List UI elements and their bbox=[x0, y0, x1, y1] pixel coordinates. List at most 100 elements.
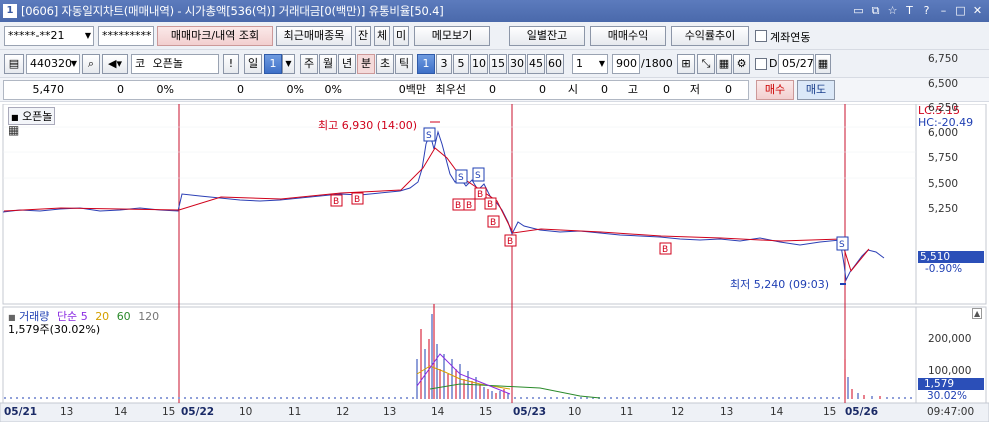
layout-icon[interactable]: ▭ bbox=[851, 3, 866, 18]
price-tick-label: 6,500 bbox=[928, 78, 959, 90]
crosshair-icon[interactable]: ⤡ bbox=[697, 54, 715, 74]
interval-60-button[interactable]: 60 bbox=[546, 54, 564, 74]
stock-code-input[interactable]: 440320 ▼ bbox=[26, 54, 80, 74]
chevron-down-icon[interactable]: ▼ bbox=[282, 54, 295, 74]
recent-trades-button[interactable]: 최근매매종목 bbox=[276, 26, 352, 46]
star-icon[interactable]: ☆ bbox=[885, 3, 900, 18]
daily-balance-button[interactable]: 일별잔고 bbox=[509, 26, 585, 46]
account-value: *****-**21 bbox=[8, 29, 65, 42]
filled-button[interactable]: 체 bbox=[374, 26, 390, 46]
price-tick-label: 6,250 bbox=[928, 102, 959, 114]
period-tick-button[interactable]: 틱 bbox=[395, 54, 413, 74]
chevron-down-icon: ▼ bbox=[70, 59, 77, 68]
account-link-checkbox[interactable] bbox=[755, 30, 767, 42]
chart-canvas[interactable]: B BB BBBBBBSS SS bbox=[0, 52, 989, 423]
sell-button[interactable]: 매도 bbox=[797, 80, 835, 100]
time-label: 12 bbox=[671, 406, 685, 418]
time-label: 14 bbox=[431, 406, 445, 418]
window-number: 1 bbox=[3, 4, 17, 18]
period-value[interactable]: 1 bbox=[264, 54, 282, 74]
buy-button[interactable]: 매수 bbox=[756, 80, 794, 100]
time-label: 15 bbox=[479, 406, 493, 418]
buy-marker-label: B bbox=[455, 201, 461, 211]
chart-area[interactable]: BBBBBBBBBSSSS ■ 오픈놀 ▦ LC:5.15 HC:-20.49 … bbox=[0, 52, 989, 423]
period-week-button[interactable]: 주 bbox=[300, 54, 318, 74]
link-icon[interactable]: ⧉ bbox=[868, 3, 883, 18]
d-label: D bbox=[769, 57, 778, 70]
account-link-label: 계좌연동 bbox=[770, 31, 811, 44]
interval-5-button[interactable]: 5 bbox=[453, 54, 469, 74]
volume-value-label: 1,579주(30.02%) bbox=[8, 323, 101, 336]
high-label: 고 bbox=[627, 83, 638, 96]
ma60-label: 60 bbox=[116, 310, 131, 323]
table-icon[interactable]: ▦ bbox=[8, 123, 19, 137]
clock-label: 09:47:00 bbox=[927, 406, 975, 418]
yield-trend-button[interactable]: 수익률추이 bbox=[671, 26, 749, 46]
speaker-icon[interactable]: ◀▾ bbox=[102, 54, 128, 74]
trade-profit-button[interactable]: 매매수익 bbox=[590, 26, 666, 46]
interval-1-button[interactable]: 1 bbox=[417, 54, 435, 74]
account-select[interactable]: *****-**21 ▼ bbox=[4, 26, 94, 46]
period-year-button[interactable]: 년 bbox=[338, 54, 356, 74]
minimize-icon[interactable]: – bbox=[936, 3, 951, 18]
close-icon[interactable]: ✕ bbox=[970, 3, 985, 18]
font-icon[interactable]: T bbox=[902, 3, 917, 18]
interval-10-button[interactable]: 10 bbox=[470, 54, 488, 74]
best-label: 최우선 bbox=[435, 83, 466, 96]
bars-input[interactable]: 900 bbox=[612, 54, 640, 74]
amount-value: 0백만 bbox=[398, 83, 426, 96]
price-tick-label: 5,250 bbox=[928, 203, 959, 215]
unfilled-button[interactable]: 미 bbox=[393, 26, 409, 46]
maximize-icon[interactable]: □ bbox=[953, 3, 968, 18]
window-title: [0606] 자동일지차트(매매내역) - 시가총액[536(억)] 거래대금[… bbox=[21, 4, 444, 18]
time-label: 14 bbox=[114, 406, 128, 418]
stock-name-field[interactable]: 코 오픈놀 bbox=[131, 54, 219, 74]
alert-button[interactable]: ! bbox=[223, 54, 239, 74]
stock-name-label: 오픈놀 bbox=[22, 110, 53, 123]
current-price-tag: 5,510 bbox=[918, 251, 984, 263]
chart-type-icon[interactable]: ▤ bbox=[4, 54, 24, 74]
balance-button[interactable]: 잔 bbox=[355, 26, 371, 46]
time-label: 13 bbox=[60, 406, 74, 418]
time-label: 10 bbox=[568, 406, 582, 418]
interval-45-button[interactable]: 45 bbox=[527, 54, 545, 74]
volume-value: 0 bbox=[237, 83, 244, 96]
grid-icon[interactable]: ▦ bbox=[716, 54, 732, 74]
turnover-pct: 0% bbox=[324, 83, 342, 96]
interval-3-button[interactable]: 3 bbox=[436, 54, 452, 74]
account-toolbar: *****-**21 ▼ ********* 매매마크/내역 조회 최근매매종목… bbox=[0, 22, 989, 50]
buy-marker-label: B bbox=[490, 218, 496, 228]
period-minute-button[interactable]: 분 bbox=[357, 54, 375, 74]
help-icon[interactable]: ? bbox=[919, 3, 934, 18]
trade-mark-query-button[interactable]: 매매마크/내역 조회 bbox=[157, 26, 273, 46]
volume-pct: 0% bbox=[286, 83, 304, 96]
chevron-down-icon: ▼ bbox=[84, 31, 91, 40]
gear-icon[interactable]: ⚙ bbox=[733, 54, 750, 74]
search-icon[interactable]: ⌕ bbox=[82, 54, 100, 74]
change-value: 0 bbox=[117, 83, 124, 96]
ma120-label: 120 bbox=[138, 310, 160, 323]
time-label: 11 bbox=[288, 406, 302, 418]
password-field[interactable]: ********* bbox=[98, 26, 154, 46]
zoom-icon[interactable]: ⊞ bbox=[677, 54, 695, 74]
stock-code-value: 440320 bbox=[30, 57, 72, 70]
time-label: 05/23 bbox=[513, 406, 547, 418]
period-day-button[interactable]: 일 bbox=[244, 54, 262, 74]
collapse-icon[interactable]: ▲ bbox=[972, 308, 983, 319]
interval-15-button[interactable]: 15 bbox=[489, 54, 507, 74]
period-second-button[interactable]: 초 bbox=[376, 54, 394, 74]
volume-pct-tag: 30.02% bbox=[927, 390, 968, 402]
time-label: 05/26 bbox=[845, 406, 879, 418]
period-month-button[interactable]: 월 bbox=[319, 54, 337, 74]
date-checkbox[interactable] bbox=[755, 58, 767, 70]
calendar-icon[interactable]: ▦ bbox=[815, 54, 831, 74]
buy-marker-label: B bbox=[477, 190, 483, 200]
time-label: 10 bbox=[239, 406, 253, 418]
date-input[interactable]: 05/27 bbox=[778, 54, 814, 74]
interval-30-button[interactable]: 30 bbox=[508, 54, 526, 74]
price-tick-label: 5,500 bbox=[928, 178, 959, 190]
vol-tick-200k: 200,000 bbox=[928, 333, 972, 345]
memo-view-button[interactable]: 메모보기 bbox=[414, 26, 490, 46]
high-value: 0 bbox=[663, 83, 670, 96]
count-select[interactable]: 1 ▼ bbox=[572, 54, 608, 74]
